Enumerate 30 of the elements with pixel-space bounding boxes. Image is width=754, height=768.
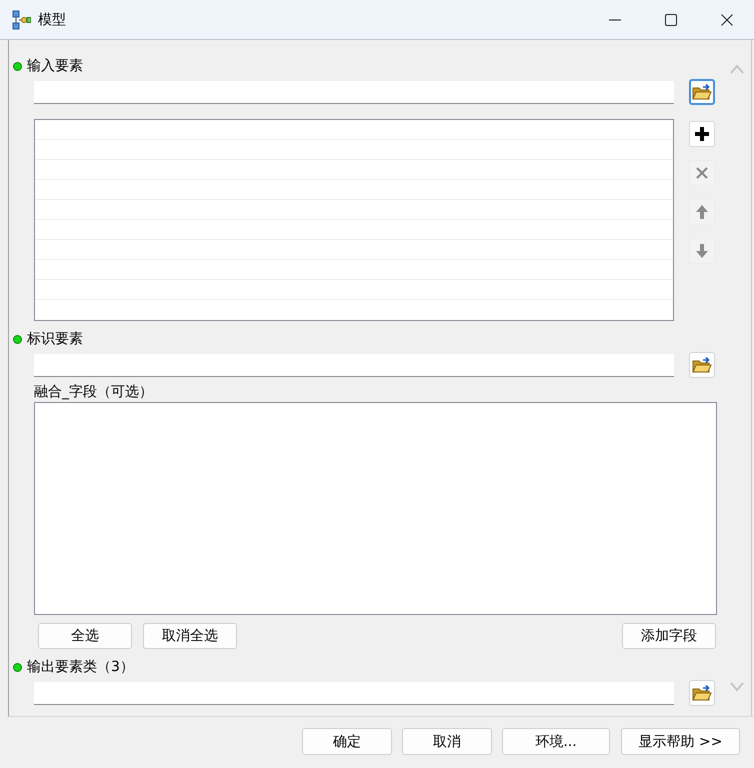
input-field[interactable]: [34, 80, 674, 104]
folder-icon: [692, 83, 712, 101]
input-field[interactable]: [34, 682, 674, 704]
x-icon: [694, 165, 710, 181]
show-help-button[interactable]: 显示帮助 >>: [621, 728, 740, 755]
chevron-up-icon: [730, 64, 744, 74]
ok-button[interactable]: 确定: [302, 728, 392, 755]
parameter-label: 输入要素: [27, 57, 83, 75]
down-arrow-icon: [694, 243, 710, 259]
parameter-label: 标识要素: [27, 330, 83, 348]
add-field-button[interactable]: 添加字段: [622, 623, 716, 649]
select-all-button[interactable]: 全选: [38, 623, 132, 649]
folder-icon: [692, 684, 712, 702]
up-arrow-icon: [694, 204, 710, 220]
plus-icon: [694, 126, 710, 142]
folder-icon: [692, 356, 712, 374]
input-field[interactable]: [34, 354, 674, 376]
cancel-button[interactable]: 取消: [402, 728, 492, 755]
window-title: 模型: [38, 10, 66, 28]
environments-button[interactable]: 环境...: [502, 728, 610, 755]
clear-all-button[interactable]: 取消全选: [143, 623, 237, 649]
parameter-label: 融合_字段（可选）: [34, 384, 153, 400]
chevron-down-icon: [730, 682, 744, 692]
parameter-label: 输出要素类（3）: [27, 658, 134, 676]
browse-button[interactable]: [689, 79, 715, 105]
add-button[interactable]: [689, 121, 715, 147]
maximize-icon: [665, 14, 677, 26]
close-icon: [721, 14, 733, 26]
model-icon: [11, 10, 31, 30]
field-list[interactable]: [34, 402, 717, 615]
